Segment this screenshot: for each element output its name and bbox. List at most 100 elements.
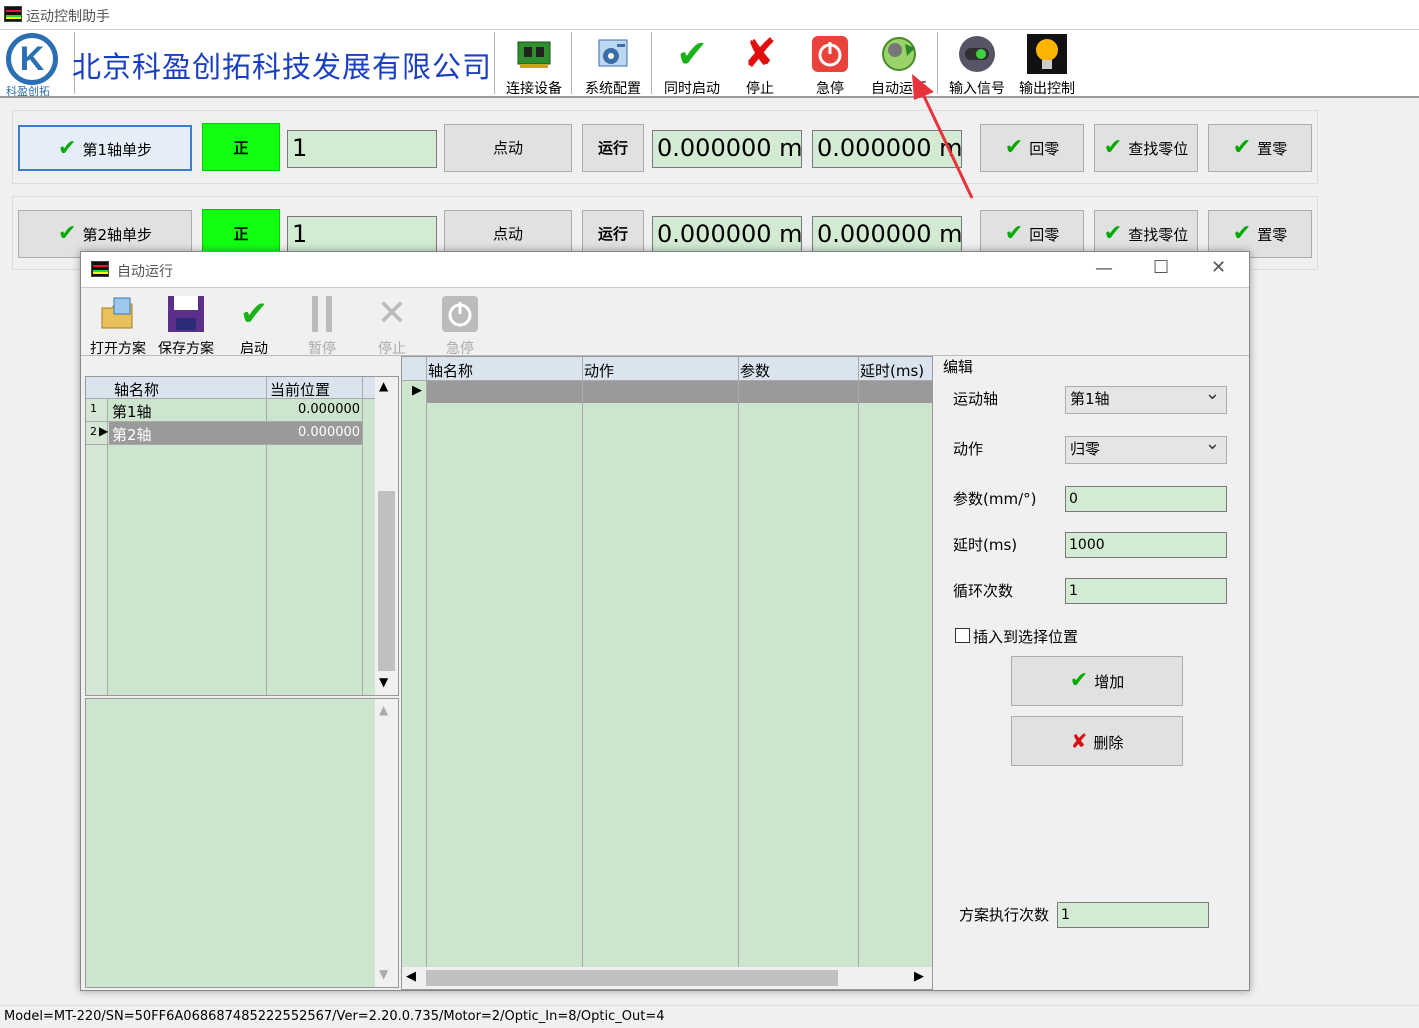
delay-input[interactable]: 1000 bbox=[1065, 532, 1227, 558]
axis1-run-button[interactable]: 运行 bbox=[582, 124, 644, 172]
table-header: 轴名称 当前位置 bbox=[86, 377, 375, 399]
axis1-step-button[interactable]: 第1轴单步 bbox=[18, 125, 192, 171]
column-header: 当前位置 bbox=[270, 381, 331, 399]
company-logo: K 科盈创拓 bbox=[4, 33, 62, 98]
checkmark-icon: ✔ bbox=[676, 32, 708, 76]
dialog-title: 自动运行 bbox=[117, 264, 173, 280]
edit-panel: 编辑 运动轴 第1轴 动作 归零 参数(mm/°) 0 延时(ms) 1000 … bbox=[939, 356, 1247, 990]
scroll-left-icon[interactable]: ◀ bbox=[406, 969, 416, 984]
table-header: 轴名称 动作 参数 延时(ms) bbox=[402, 357, 932, 381]
divider bbox=[494, 32, 495, 94]
column-divider bbox=[582, 357, 583, 967]
action-select[interactable]: 归零 bbox=[1065, 432, 1227, 464]
axis1-step-input[interactable]: 1 bbox=[287, 130, 437, 168]
row-pointer-icon: ▶ bbox=[99, 424, 109, 438]
pause-icon bbox=[302, 294, 342, 334]
action-label: 动作 bbox=[953, 440, 984, 458]
app-icon bbox=[4, 6, 22, 22]
annotation-arrow bbox=[912, 74, 974, 199]
logo-text: 科盈创拓 bbox=[6, 85, 50, 98]
log-pane: ▲ ▼ bbox=[85, 698, 399, 988]
program-table: 轴名称 动作 参数 延时(ms) ▶ ◀ ▶ bbox=[401, 356, 933, 990]
exec-count-input[interactable]: 1 bbox=[1057, 902, 1209, 928]
exec-count-label: 方案执行次数 bbox=[959, 906, 1050, 924]
param-label: 参数(mm/°) bbox=[953, 490, 1037, 508]
column-header: 参数 bbox=[740, 362, 771, 380]
pause-button[interactable]: 暂停 bbox=[295, 294, 349, 358]
axis2-step-input[interactable]: 1 bbox=[287, 216, 437, 254]
table-row-selected[interactable] bbox=[426, 381, 932, 403]
row-pointer-icon: ▶ bbox=[412, 383, 422, 398]
add-button[interactable]: 增加 bbox=[1011, 656, 1183, 706]
checkmark-icon: ✔ bbox=[239, 294, 269, 334]
power-icon bbox=[440, 294, 480, 334]
loop-input[interactable]: 1 bbox=[1065, 578, 1227, 604]
estop-button[interactable]: 急停 bbox=[804, 34, 856, 98]
column-divider bbox=[858, 357, 859, 967]
open-folder-icon bbox=[98, 294, 138, 334]
table-row[interactable]: 1 第1轴 0.000000 bbox=[86, 399, 362, 422]
company-name: 北京科盈创拓科技发展有限公司 bbox=[72, 50, 493, 84]
axis1-jog-button[interactable]: 点动 bbox=[444, 124, 572, 172]
dialog-estop-button[interactable]: 急停 bbox=[433, 294, 487, 358]
status-bar: Model=MT-220/SN=50FF6A068687485222552567… bbox=[0, 1005, 1419, 1026]
open-plan-button[interactable]: 打开方案 bbox=[85, 294, 151, 358]
column-divider bbox=[738, 357, 739, 967]
scroll-thumb[interactable] bbox=[426, 970, 838, 986]
dialog-stop-button[interactable]: ✕ 停止 bbox=[365, 294, 419, 358]
scroll-up-icon[interactable]: ▲ bbox=[379, 703, 388, 717]
logo-k-icon: K bbox=[6, 33, 58, 85]
delay-label: 延时(ms) bbox=[953, 536, 1018, 554]
axis2-position-2: 0.000000 mm bbox=[812, 216, 962, 254]
scroll-right-icon[interactable]: ▶ bbox=[914, 969, 924, 984]
axis2-direction-button[interactable]: 正 bbox=[202, 209, 280, 257]
sync-start-button[interactable]: ✔ 同时启动 bbox=[656, 34, 728, 98]
scroll-thumb[interactable] bbox=[378, 491, 395, 671]
scroll-up-icon[interactable]: ▲ bbox=[379, 379, 388, 393]
axis-label: 运动轴 bbox=[953, 390, 999, 408]
system-config-button[interactable]: 系统配置 bbox=[578, 34, 648, 98]
axis1-direction-button[interactable]: 正 bbox=[202, 123, 280, 171]
connect-button[interactable]: 连接设备 bbox=[500, 34, 568, 98]
table-row-selected[interactable]: 2 ▶ 第2轴 0.000000 bbox=[86, 422, 362, 445]
minimize-icon[interactable]: — bbox=[1095, 258, 1113, 279]
power-icon bbox=[810, 34, 850, 74]
close-icon[interactable]: ✕ bbox=[1211, 257, 1226, 278]
axis1-home-button[interactable]: 回零 bbox=[980, 124, 1084, 172]
dialog-title-bar: 自动运行 — ☐ ✕ bbox=[81, 252, 1249, 288]
edit-group-title: 编辑 bbox=[943, 358, 974, 376]
axis-select[interactable]: 第1轴 bbox=[1065, 382, 1227, 414]
red-x-icon: ✘ bbox=[743, 31, 777, 77]
circuit-board-icon bbox=[514, 34, 554, 74]
vertical-scrollbar[interactable]: ▲ ▼ bbox=[375, 377, 398, 695]
insert-checkbox[interactable] bbox=[955, 628, 970, 643]
scroll-down-icon[interactable]: ▼ bbox=[379, 967, 388, 981]
main-toolbar: K 科盈创拓 北京科盈创拓科技发展有限公司 连接设备 系统配置 ✔ 同时启动 ✘… bbox=[0, 30, 1419, 98]
axis2-position-1: 0.000000 mm bbox=[652, 216, 802, 254]
column-divider bbox=[362, 377, 363, 695]
stop-button[interactable]: ✘ 停止 bbox=[734, 34, 786, 98]
column-header: 轴名称 bbox=[114, 381, 160, 399]
column-header: 轴名称 bbox=[428, 362, 474, 380]
red-x-icon: ✘ bbox=[1070, 729, 1088, 753]
axis1-find-zero-button[interactable]: 查找零位 bbox=[1094, 124, 1198, 172]
column-divider bbox=[426, 357, 427, 967]
axis-position-table: 轴名称 当前位置 1 第1轴 0.000000 2 ▶ 第2轴 0.000000… bbox=[85, 376, 399, 696]
horizontal-scrollbar[interactable]: ◀ ▶ bbox=[402, 967, 932, 989]
config-gear-icon bbox=[593, 34, 633, 74]
axis1-position-1: 0.000000 mm bbox=[652, 130, 802, 168]
param-input[interactable]: 0 bbox=[1065, 486, 1227, 512]
delete-button[interactable]: ✘ 删除 bbox=[1011, 716, 1183, 766]
divider bbox=[571, 32, 572, 94]
maximize-icon[interactable]: ☐ bbox=[1153, 257, 1169, 278]
scroll-down-icon[interactable]: ▼ bbox=[379, 675, 388, 689]
axis1-set-zero-button[interactable]: 置零 bbox=[1208, 124, 1312, 172]
output-control-button[interactable]: 输出控制 bbox=[1012, 34, 1082, 98]
title-bar: 运动控制助手 bbox=[0, 0, 1419, 30]
start-button[interactable]: ✔ 启动 bbox=[227, 294, 281, 358]
toggle-switch-icon bbox=[957, 34, 997, 74]
save-plan-button[interactable]: 保存方案 bbox=[153, 294, 219, 358]
vertical-scrollbar[interactable]: ▲ ▼ bbox=[375, 699, 398, 987]
floppy-disk-icon bbox=[166, 294, 206, 334]
column-header: 延时(ms) bbox=[860, 362, 925, 380]
